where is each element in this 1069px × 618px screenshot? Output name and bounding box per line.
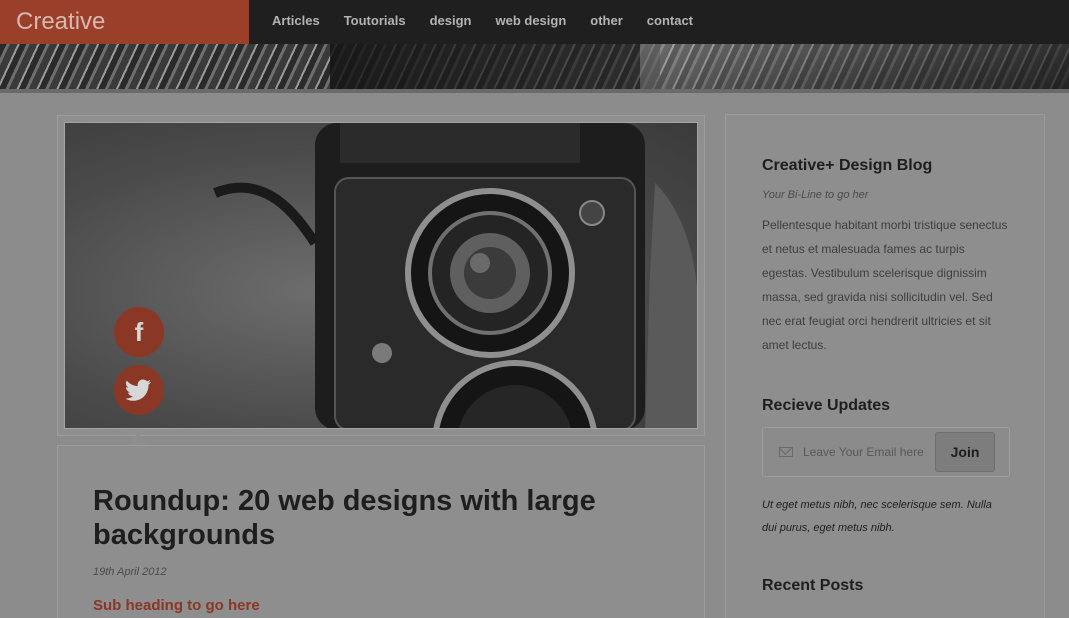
featured-image-frame: f	[57, 115, 705, 436]
twitter-share-button[interactable]	[114, 365, 164, 415]
featured-image[interactable]: f	[64, 122, 698, 429]
envelope-icon	[779, 447, 793, 457]
main-nav: Articles Toutorials design web design ot…	[272, 0, 717, 44]
post-card: Roundup: 20 web designs with large backg…	[57, 445, 705, 618]
post-title[interactable]: Roundup: 20 web designs with large backg…	[93, 484, 653, 552]
nav-articles[interactable]: Articles	[272, 0, 320, 44]
nav-contact[interactable]: contact	[647, 0, 693, 44]
nav-other[interactable]: other	[590, 0, 623, 44]
post-subheading: Sub heading to go here	[93, 597, 260, 614]
card-pointer	[128, 433, 148, 445]
blog-byline: Your Bi-Line to go her	[762, 189, 869, 201]
join-button[interactable]: Join	[935, 432, 995, 472]
sidebar: Creative+ Design Blog Your Bi-Line to go…	[725, 114, 1045, 618]
header-banner-image	[0, 44, 1069, 90]
nav-design[interactable]: design	[430, 0, 472, 44]
banner-divider	[0, 89, 1069, 93]
twitter-icon	[126, 379, 152, 401]
newsletter-note: Ut eget metus nibh, nec scelerisque sem.…	[762, 499, 992, 534]
email-input[interactable]	[803, 443, 933, 461]
banner-highlight	[640, 44, 1069, 90]
site-logo[interactable]: Creative	[0, 0, 249, 44]
nav-web-design[interactable]: web design	[495, 0, 566, 44]
blog-description: Pellentesque habitant morbi tristique se…	[762, 218, 1008, 352]
facebook-icon: f	[134, 316, 144, 347]
newsletter-form: Join	[762, 427, 1010, 477]
banner-shade	[330, 44, 660, 90]
post-date: 19th April 2012	[93, 566, 167, 578]
recent-posts-title: Recent Posts	[762, 577, 864, 594]
facebook-share-button[interactable]: f	[114, 307, 164, 357]
top-navbar: Creative Articles Toutorials design web …	[0, 0, 1069, 44]
updates-title: Recieve Updates	[762, 397, 891, 414]
nav-tutorials[interactable]: Toutorials	[344, 0, 406, 44]
blog-title: Creative+ Design Blog	[762, 157, 933, 174]
